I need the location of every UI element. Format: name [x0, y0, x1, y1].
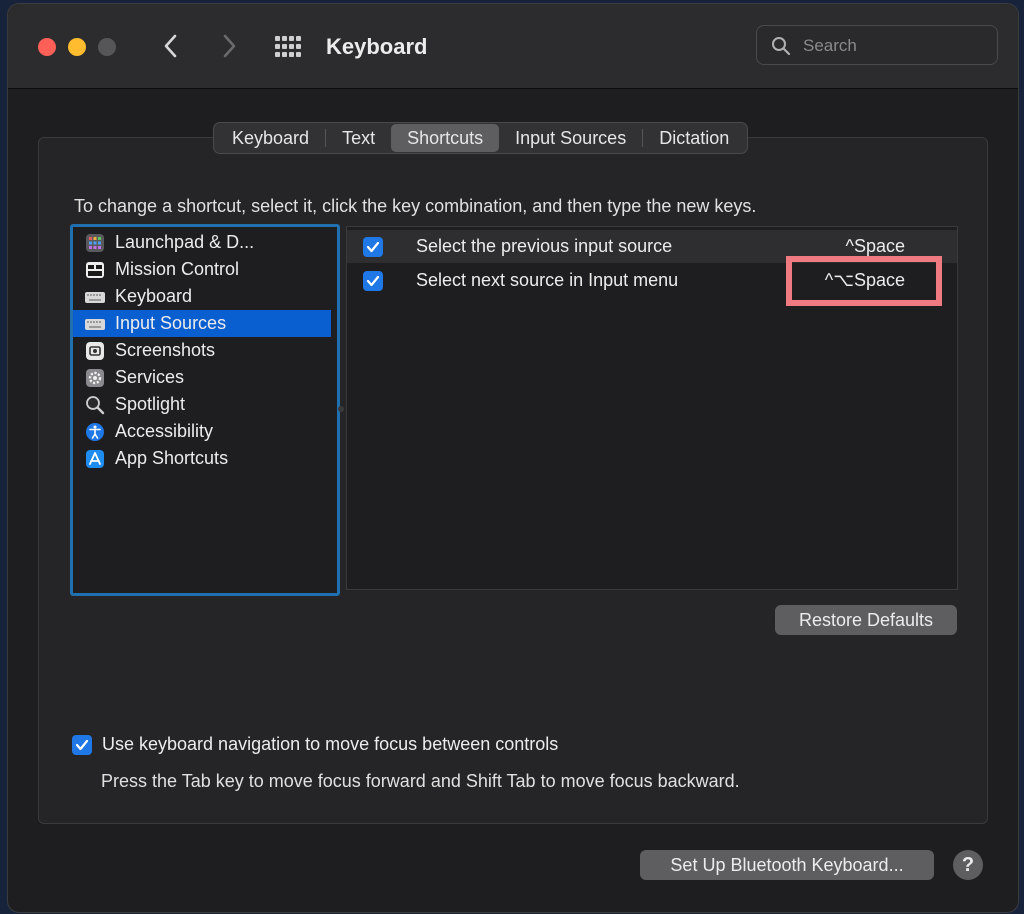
- category-accessibility[interactable]: Accessibility: [73, 418, 331, 445]
- checkmark-icon: [75, 739, 89, 750]
- category-keyboard[interactable]: Keyboard: [73, 283, 331, 310]
- tab-shortcuts[interactable]: Shortcuts: [391, 124, 500, 152]
- instruction-text: To change a shortcut, select it, click t…: [74, 196, 757, 216]
- category-label: Input Sources: [115, 313, 227, 333]
- category-screenshots[interactable]: Screenshots: [73, 337, 331, 364]
- keyboard-icon: [85, 314, 105, 334]
- window-title: Keyboard: [326, 34, 428, 59]
- preferences-window: Keyboard Keyboard Text Shortcuts Input S…: [7, 3, 1019, 913]
- category-label: Launchpad & D...: [115, 232, 255, 252]
- tab-bar: Keyboard Text Shortcuts Input Sources Di…: [213, 122, 749, 154]
- zoom-button[interactable]: [98, 38, 116, 56]
- tab-dictation[interactable]: Dictation: [643, 124, 745, 152]
- category-label: App Shortcuts: [115, 448, 229, 468]
- bluetooth-keyboard-button[interactable]: Set Up Bluetooth Keyboard...: [640, 850, 934, 880]
- search-field[interactable]: [756, 25, 998, 65]
- tab-keyboard[interactable]: Keyboard: [216, 124, 325, 152]
- category-label: Mission Control: [115, 259, 240, 279]
- show-all-grid-icon[interactable]: [274, 35, 302, 59]
- accessibility-icon: [85, 422, 105, 442]
- checkmark-icon: [366, 241, 380, 252]
- minimize-button[interactable]: [68, 38, 86, 56]
- mission-control-icon: [85, 260, 105, 280]
- shortcut-key[interactable]: ^Space: [846, 236, 905, 257]
- back-button[interactable]: [156, 30, 186, 62]
- app-store-icon: [85, 449, 105, 469]
- category-services[interactable]: Services: [73, 364, 331, 391]
- gear-icon: [85, 368, 105, 388]
- shortcut-label: Select next source in Input menu: [416, 270, 679, 290]
- keyboard-icon: [85, 287, 105, 307]
- annotation-highlight-box: [786, 256, 942, 306]
- category-launchpad[interactable]: Launchpad & D...: [73, 229, 331, 256]
- forward-button[interactable]: [214, 30, 244, 62]
- screenshot-icon: [85, 341, 105, 361]
- keyboard-navigation-description: Press the Tab key to move focus forward …: [101, 771, 740, 791]
- category-label: Keyboard: [115, 286, 193, 306]
- category-input-sources[interactable]: Input Sources: [73, 310, 331, 337]
- category-label: Screenshots: [115, 340, 216, 360]
- keyboard-navigation-option[interactable]: Use keyboard navigation to move focus be…: [72, 734, 558, 755]
- shortcut-checkbox[interactable]: [363, 270, 383, 291]
- shortcut-label: Select the previous input source: [416, 236, 673, 256]
- help-button[interactable]: ?: [953, 850, 983, 880]
- search-input[interactable]: [801, 32, 985, 60]
- chevron-right-icon: [223, 34, 236, 58]
- tab-text[interactable]: Text: [326, 124, 391, 152]
- magnifier-icon: [85, 395, 105, 415]
- tab-input-sources[interactable]: Input Sources: [499, 124, 642, 152]
- title-bar: Keyboard: [8, 4, 1018, 89]
- keyboard-navigation-label: Use keyboard navigation to move focus be…: [102, 734, 559, 754]
- category-app-shortcuts[interactable]: App Shortcuts: [73, 445, 331, 472]
- category-label: Spotlight: [115, 394, 186, 414]
- launchpad-icon: [85, 233, 105, 253]
- checkmark-icon: [366, 275, 380, 286]
- category-label: Services: [115, 367, 185, 387]
- category-list[interactable]: Launchpad & D... Mission Control Keyboar…: [70, 224, 340, 596]
- shortcut-checkbox[interactable]: [363, 236, 383, 257]
- category-label: Accessibility: [115, 421, 214, 441]
- chevron-left-icon: [164, 34, 177, 58]
- restore-defaults-button[interactable]: Restore Defaults: [775, 605, 957, 635]
- search-icon: [772, 37, 791, 56]
- keyboard-navigation-checkbox[interactable]: [72, 734, 92, 755]
- close-button[interactable]: [38, 38, 56, 56]
- split-view-handle[interactable]: [338, 406, 344, 412]
- category-mission-control[interactable]: Mission Control: [73, 256, 331, 283]
- category-spotlight[interactable]: Spotlight: [73, 391, 331, 418]
